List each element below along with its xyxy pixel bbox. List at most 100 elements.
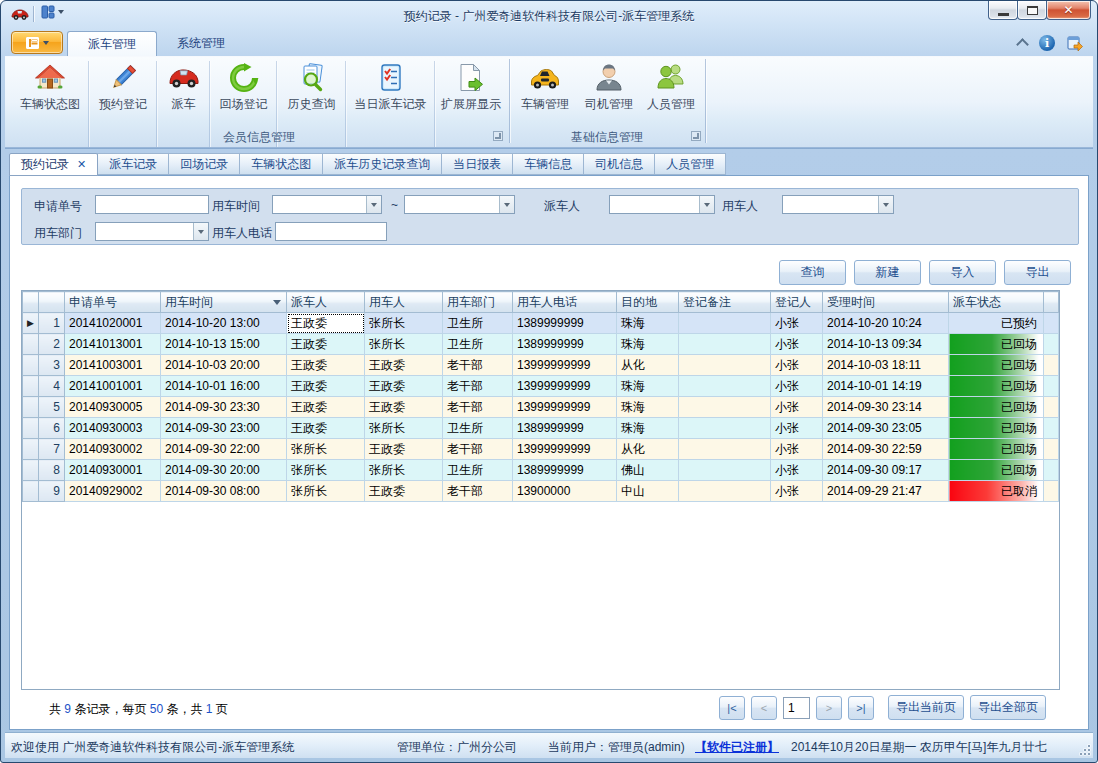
cell[interactable]: 1389999999 [513,313,617,334]
ribbon-button-vehicle-status[interactable]: 车辆状态图 [11,57,89,127]
page-number-input[interactable]: 1 [783,697,810,719]
filler-cell[interactable] [1044,481,1059,502]
minimize-button[interactable] [988,1,1018,20]
cell[interactable]: 张所长 [365,334,443,355]
row-indicator[interactable]: ▶ [23,313,39,334]
filler-cell[interactable] [1044,313,1059,334]
ribbon-button-extended-screen[interactable]: 扩展屏显示 [435,57,507,127]
row-indicator[interactable] [23,460,39,481]
phone-input[interactable] [275,222,387,241]
cell[interactable]: 老干部 [443,481,513,502]
info-icon[interactable]: i [1039,35,1055,51]
cell[interactable] [679,439,771,460]
status-cell[interactable]: 已回场 [949,334,1044,355]
cell[interactable]: 13999999999 [513,355,617,376]
first-page-button[interactable]: |< [719,696,745,720]
row-indicator[interactable] [23,397,39,418]
cell[interactable]: 20140930001 [65,460,161,481]
filler-cell[interactable] [1044,355,1059,376]
doc-tab-daily-report[interactable]: 当日报表 [441,153,513,175]
doc-tab-return-records[interactable]: 回场记录 [168,153,240,175]
cell[interactable]: 2014-10-01 16:00 [161,376,287,397]
header-dept[interactable]: 用车部门 [443,292,513,313]
row-number[interactable]: 3 [39,355,65,376]
cell[interactable]: 王政委 [365,439,443,460]
cell[interactable]: 20141013001 [65,334,161,355]
cell[interactable]: 小张 [771,418,823,439]
chevron-down-icon[interactable] [499,196,514,213]
chevron-down-icon[interactable] [193,223,208,240]
status-cell[interactable]: 已取消 [949,481,1044,502]
ribbon-button-vehicle-mgmt[interactable]: 车辆管理 [511,57,579,127]
cell[interactable]: 1389999999 [513,334,617,355]
cell[interactable]: 珠海 [617,313,679,334]
cell[interactable]: 卫生所 [443,334,513,355]
cell[interactable]: 小张 [771,397,823,418]
cell[interactable]: 2014-09-30 23:30 [161,397,287,418]
order-no-input[interactable] [95,195,209,214]
cell[interactable]: 张所长 [365,313,443,334]
next-page-button[interactable]: > [816,696,842,720]
cell[interactable]: 2014-10-13 09:34 [823,334,949,355]
cell[interactable]: 2014-10-20 13:00 [161,313,287,334]
export-all-pages-button[interactable]: 导出全部页 [970,695,1046,720]
cell[interactable]: 13999999999 [513,376,617,397]
application-menu-button[interactable] [11,31,63,54]
cell[interactable]: 2014-09-30 08:00 [161,481,287,502]
cell[interactable]: 20141001001 [65,376,161,397]
dialog-launcher-icon[interactable] [691,131,701,141]
row-number[interactable]: 7 [39,439,65,460]
cell[interactable]: 13900000 [513,481,617,502]
cell[interactable]: 20141003001 [65,355,161,376]
cell[interactable]: 2014-09-30 22:00 [161,439,287,460]
cell[interactable]: 卫生所 [443,460,513,481]
cell[interactable]: 老干部 [443,376,513,397]
cell[interactable]: 老干部 [443,397,513,418]
chevron-down-icon[interactable] [878,196,893,213]
cell[interactable] [679,376,771,397]
filler-cell[interactable] [1044,460,1059,481]
cell[interactable]: 张所长 [287,439,365,460]
cell[interactable] [679,355,771,376]
row-indicator[interactable] [23,418,39,439]
cell[interactable]: 20141020001 [65,313,161,334]
cell[interactable]: 小张 [771,355,823,376]
prev-page-button[interactable]: < [751,696,777,720]
cell[interactable]: 王政委 [365,376,443,397]
cell[interactable]: 王政委 [287,334,365,355]
cell[interactable]: 20140930002 [65,439,161,460]
cell[interactable]: 中山 [617,481,679,502]
close-tab-icon[interactable]: ✕ [77,158,86,171]
cell[interactable]: 2014-09-30 22:59 [823,439,949,460]
cell[interactable]: 王政委 [365,397,443,418]
row-number[interactable]: 9 [39,481,65,502]
cell[interactable]: 老干部 [443,355,513,376]
header-row-number[interactable] [39,292,65,313]
filler-cell[interactable] [1044,376,1059,397]
cell[interactable]: 王政委 [287,397,365,418]
cell[interactable]: 王政委 [287,418,365,439]
ribbon-button-reservation[interactable]: 预约登记 [89,57,157,127]
status-cell[interactable]: 已回场 [949,397,1044,418]
filler-cell[interactable] [1044,397,1059,418]
cell[interactable]: 小张 [771,481,823,502]
status-cell[interactable]: 已回场 [949,418,1044,439]
close-button[interactable]: ✕ [1046,1,1091,20]
chevron-down-icon[interactable] [366,196,381,213]
cell[interactable]: 13999999999 [513,397,617,418]
cell[interactable]: 1389999999 [513,418,617,439]
row-number[interactable]: 6 [39,418,65,439]
header-indicator[interactable] [23,292,39,313]
ribbon-button-return[interactable]: 回场登记 [210,57,277,127]
maximize-button[interactable] [1017,1,1047,20]
header-order-no[interactable]: 申请单号 [65,292,161,313]
dispatcher-combo[interactable] [609,195,715,214]
cell[interactable]: 小张 [771,334,823,355]
status-cell[interactable]: 已回场 [949,355,1044,376]
cell[interactable]: 王政委 [287,355,365,376]
cell[interactable]: 2014-10-13 15:00 [161,334,287,355]
ribbon-button-today-dispatch[interactable]: 当日派车记录 [346,57,435,127]
cell[interactable]: 小张 [771,313,823,334]
new-button[interactable]: 新建 [854,260,921,285]
status-cell[interactable]: 已回场 [949,439,1044,460]
